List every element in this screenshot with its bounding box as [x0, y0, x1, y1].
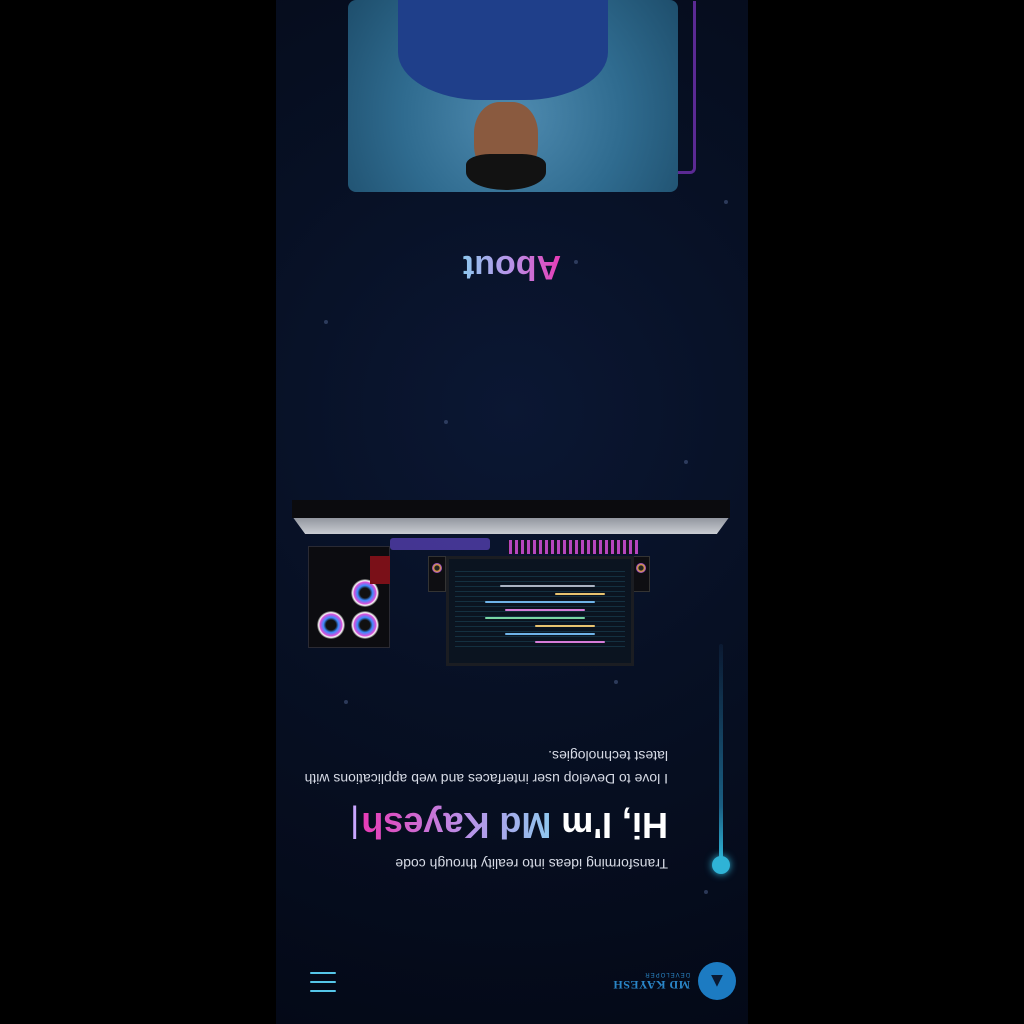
- background-star: [344, 700, 348, 704]
- monitor-screen: [455, 567, 625, 651]
- rgb-fan-icon: [317, 611, 345, 639]
- hero-tagline: Transforming ideas into reality through …: [395, 856, 668, 872]
- menu-bar: [310, 981, 336, 983]
- hero-description: I love to Develop user interfaces and we…: [304, 748, 668, 787]
- background-star: [704, 890, 708, 894]
- logo-badge-icon: ▲: [698, 962, 736, 1000]
- code-line: [500, 585, 595, 587]
- background-star: [324, 320, 328, 324]
- mouse-pad-image: [390, 538, 490, 550]
- desk-surface: [292, 516, 730, 534]
- code-line: [485, 601, 595, 603]
- background-star: [684, 460, 688, 464]
- code-line: [555, 593, 605, 595]
- hero-section: Transforming ideas into reality through …: [298, 744, 668, 872]
- person-hair: [466, 154, 546, 190]
- code-line: [505, 633, 595, 635]
- code-line: [505, 609, 585, 611]
- about-heading: About: [276, 247, 748, 286]
- speaker-image: [428, 556, 446, 592]
- hamburger-menu-icon[interactable]: [310, 972, 336, 992]
- logo-mark: ▲: [707, 970, 727, 993]
- page-viewport: ▲ MD KAYESH DEVELOPER Transforming ideas…: [276, 0, 748, 1024]
- background-star: [724, 200, 728, 204]
- typing-caret: |: [350, 805, 360, 846]
- code-line: [535, 625, 595, 627]
- scroll-indicator: [712, 644, 730, 874]
- desk-setup-illustration: [292, 500, 730, 672]
- site-logo[interactable]: ▲ MD KAYESH DEVELOPER: [613, 962, 736, 1000]
- scroll-indicator-dot: [712, 856, 730, 874]
- monitor-image: [446, 556, 634, 666]
- logo-text: MD KAYESH DEVELOPER: [612, 971, 690, 992]
- rgb-fan-icon: [351, 611, 379, 639]
- menu-bar: [310, 990, 336, 992]
- profile-photo: [348, 0, 678, 192]
- background-star: [444, 420, 448, 424]
- logo-name: MD KAYESH: [612, 978, 690, 992]
- keyboard-image: [508, 540, 638, 554]
- hero-title: Hi, I'm Md Kayesh|: [298, 804, 668, 846]
- menu-bar: [310, 972, 336, 974]
- pc-side-panel: [370, 556, 390, 584]
- scroll-indicator-line: [719, 644, 723, 860]
- code-line: [535, 641, 605, 643]
- hero-title-prefix: Hi, I'm: [551, 805, 668, 846]
- background-star: [614, 680, 618, 684]
- logo-subtitle: DEVELOPER: [644, 971, 690, 977]
- speaker-image: [632, 556, 650, 592]
- site-header: ▲ MD KAYESH DEVELOPER: [276, 938, 748, 1024]
- desk-front: [292, 500, 730, 518]
- code-line: [485, 617, 585, 619]
- about-heading-text: About: [462, 248, 562, 286]
- person-shirt: [398, 0, 608, 100]
- page-content: ▲ MD KAYESH DEVELOPER Transforming ideas…: [276, 0, 748, 1024]
- hero-title-name: Md Kayesh: [361, 805, 552, 846]
